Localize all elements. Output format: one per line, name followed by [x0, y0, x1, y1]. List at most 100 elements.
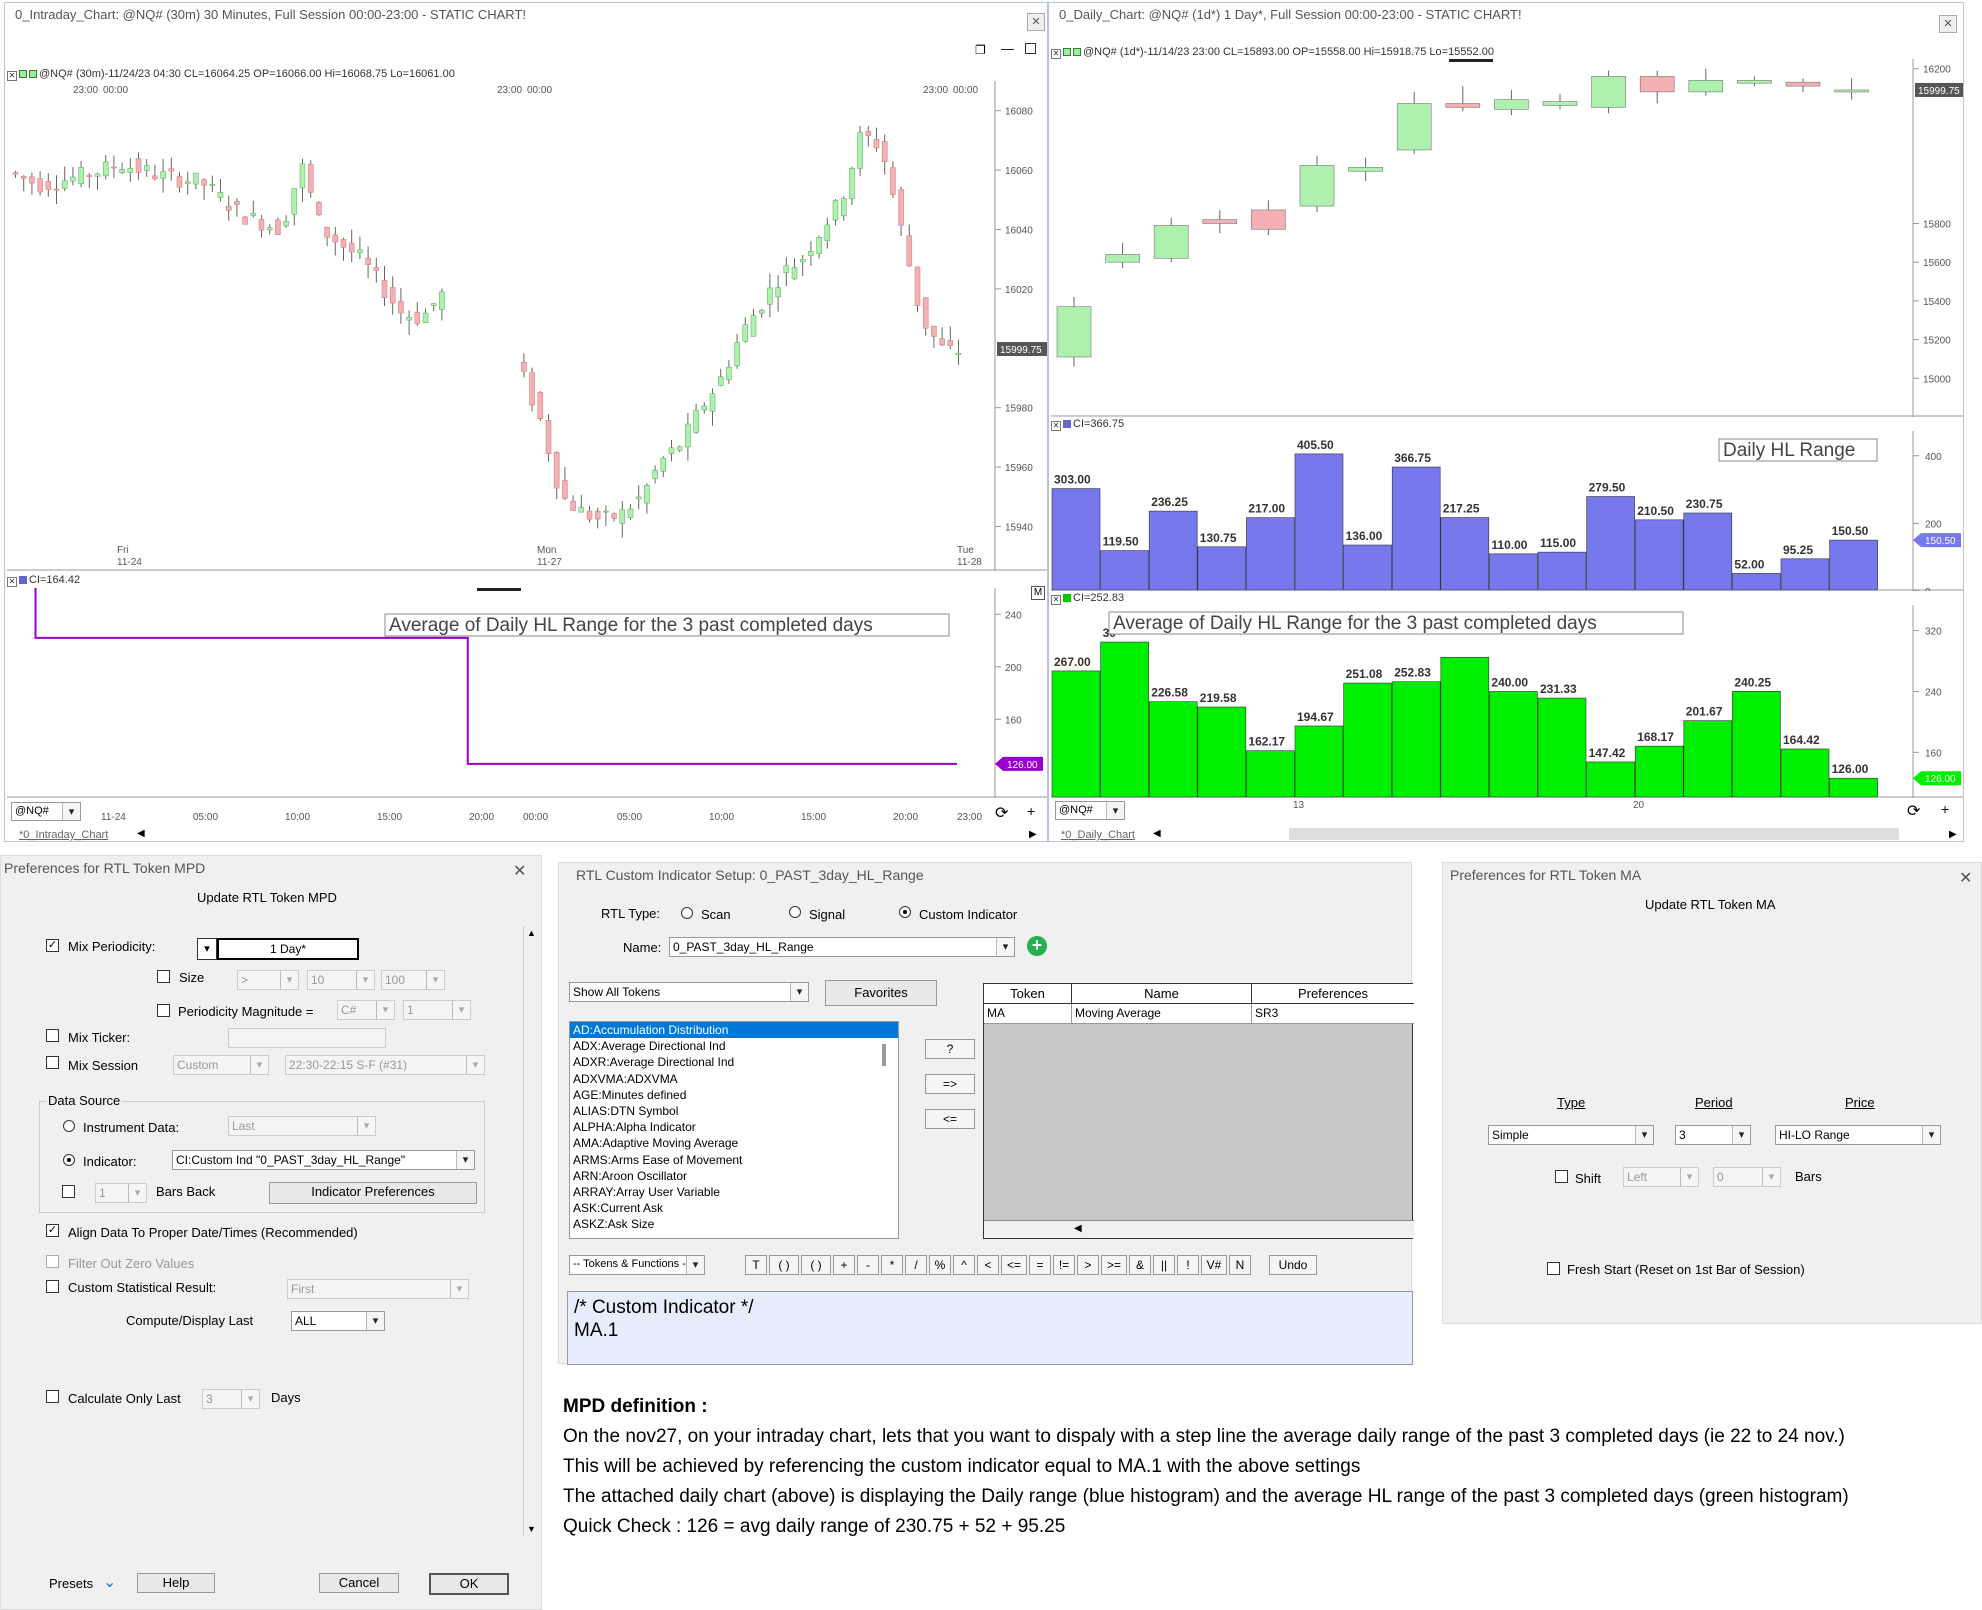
scroll-right-icon[interactable]: ▶ [1029, 829, 1037, 840]
scan-radio[interactable] [681, 907, 693, 919]
scroll-left-icon[interactable]: ◀ [1153, 828, 1161, 839]
mix-session-checkbox[interactable] [46, 1056, 59, 1069]
list-item[interactable]: ARRAY:Array User Variable [570, 1184, 898, 1200]
operator-button[interactable]: & [1129, 1255, 1151, 1275]
custom-stat-select[interactable]: First [287, 1279, 469, 1299]
custom-indicator-radio[interactable] [899, 906, 911, 918]
operator-button[interactable]: || [1153, 1255, 1175, 1275]
operator-button[interactable]: / [905, 1255, 927, 1275]
operator-button[interactable]: <= [1001, 1255, 1027, 1275]
fresh-start-checkbox[interactable] [1547, 1262, 1560, 1275]
list-item[interactable]: ADX:Average Directional Ind [570, 1038, 898, 1054]
vertical-scrollbar[interactable]: ▲ ▼ [523, 926, 539, 1536]
close-panel-icon[interactable]: ✕ [7, 577, 17, 587]
cancel-button[interactable]: Cancel [319, 1573, 399, 1593]
list-item[interactable]: ADXR:Average Directional Ind [570, 1054, 898, 1070]
code-editor[interactable]: /* Custom Indicator */ MA.1 [567, 1291, 1413, 1365]
list-scrollbar[interactable] [882, 1044, 886, 1066]
operator-button[interactable]: * [881, 1255, 903, 1275]
close-icon[interactable]: ✕ [1959, 868, 1972, 888]
scroll-right-icon[interactable]: ▶ [1949, 829, 1957, 840]
intraday-tab[interactable]: *0_Intraday_Chart [19, 829, 108, 841]
operator-button[interactable]: % [929, 1255, 951, 1275]
mix-ticker-checkbox[interactable] [46, 1029, 59, 1042]
bars-back-checkbox[interactable] [62, 1185, 75, 1198]
tokens-list[interactable]: AD:Accumulation Distribution ADX:Average … [569, 1021, 899, 1239]
indicator-radio[interactable] [63, 1154, 75, 1166]
per-mag-select2[interactable]: 1 [403, 1000, 471, 1020]
daily-close-button[interactable]: ✕ [1939, 15, 1957, 33]
operator-button[interactable]: >= [1101, 1255, 1127, 1275]
calc-only-checkbox[interactable] [46, 1390, 59, 1403]
calc-only-select[interactable]: 3 [202, 1389, 260, 1409]
shift-bars-select[interactable]: 0 [1713, 1167, 1781, 1187]
show-tokens-select[interactable]: Show All Tokens [569, 982, 809, 1002]
operator-button[interactable]: ( ) [801, 1255, 831, 1275]
bars-back-select[interactable]: 1 [95, 1183, 147, 1203]
intraday-close-button[interactable]: ✕ [1027, 13, 1045, 31]
instrument-data-radio[interactable] [63, 1120, 75, 1132]
list-item[interactable]: ASK:Current Ask [570, 1200, 898, 1216]
intraday-ci-pane[interactable]: 240 200 160 126.00 Average of Daily HL Range… [7, 588, 1047, 798]
chevron-down-icon[interactable]: ⌄ [103, 1572, 116, 1592]
add-circle-icon[interactable]: + [1027, 936, 1047, 956]
operator-button[interactable]: ( ) [769, 1255, 799, 1275]
add-icon[interactable]: + [1941, 801, 1949, 817]
indicator-select[interactable]: CI:Custom Ind "0_PAST_3day_HL_Range" [172, 1150, 475, 1170]
type-select[interactable]: Simple [1488, 1125, 1654, 1145]
shift-direction-select[interactable]: Left [1623, 1167, 1699, 1187]
list-item[interactable]: AMA:Adaptive Moving Average [570, 1135, 898, 1151]
custom-stat-checkbox[interactable] [46, 1280, 59, 1293]
scroll-left-icon[interactable]: ◀ [137, 828, 145, 839]
col-preferences[interactable]: Preferences [1252, 984, 1414, 1003]
mix-periodicity-checkbox[interactable]: ✓ [46, 939, 59, 952]
periodicity-magnitude-checkbox[interactable] [157, 1004, 170, 1017]
table-hscroll[interactable]: ◀ [984, 1220, 1414, 1238]
size-operator-select[interactable]: > [237, 970, 299, 990]
daily-hl-pane[interactable]: 400 200 0 303.00 119.50 236.25 130.75 217.00 405… [1051, 431, 1963, 591]
remove-token-button[interactable]: <= [925, 1109, 975, 1129]
indicator-preferences-button[interactable]: Indicator Preferences [269, 1182, 477, 1204]
size-value1-select[interactable]: 10 [307, 970, 375, 990]
shift-checkbox[interactable] [1555, 1170, 1568, 1183]
list-item[interactable]: ASKZ:Ask Size [570, 1216, 898, 1232]
periodicity-dropdown[interactable]: ▾ [197, 938, 217, 960]
horizontal-scrollbar[interactable] [1289, 828, 1899, 840]
align-checkbox[interactable]: ✓ [46, 1224, 59, 1237]
operator-button[interactable]: ! [1177, 1255, 1199, 1275]
operator-button[interactable]: V# [1201, 1255, 1227, 1275]
close-panel-icon[interactable]: ✕ [1051, 49, 1061, 59]
daily-avg-pane[interactable]: 320240160267.0030226.58219.58162.17194.6… [1051, 605, 1963, 798]
periodicity-field[interactable]: 1 Day* [217, 938, 359, 960]
help-token-button[interactable]: ? [925, 1039, 975, 1059]
price-select[interactable]: HI-LO Range [1775, 1125, 1941, 1145]
daily-symbol-select[interactable]: @NQ# [1055, 801, 1125, 820]
ok-button[interactable]: OK [429, 1573, 509, 1595]
session-value-select[interactable]: 22:30-22:15 S-F (#31) [285, 1055, 485, 1075]
minimize-icon[interactable]: — [1001, 41, 1014, 56]
session-type-select[interactable]: Custom [173, 1055, 269, 1075]
operator-button[interactable]: T [745, 1255, 767, 1275]
per-mag-select1[interactable]: C# [337, 1000, 395, 1020]
operator-button[interactable]: = [1029, 1255, 1051, 1275]
operator-button[interactable]: - [857, 1255, 879, 1275]
daily-price-pane[interactable]: 16200 15800 15600 15400 15200 15000 15999.75 [1051, 59, 1963, 417]
list-item[interactable]: AGE:Minutes defined [570, 1087, 898, 1103]
list-item[interactable]: ALPHA:Alpha Indicator [570, 1119, 898, 1135]
close-panel-icon[interactable]: ✕ [7, 71, 17, 81]
size-value2-select[interactable]: 100 [381, 970, 445, 990]
scroll-left-icon[interactable]: ◀ [1074, 1223, 1082, 1234]
mix-ticker-field[interactable] [228, 1028, 386, 1048]
operator-button[interactable]: N [1229, 1255, 1251, 1275]
scroll-down-icon[interactable]: ▼ [527, 1524, 536, 1534]
tokens-functions-select[interactable]: -- Tokens & Functions -- [569, 1255, 705, 1275]
list-item[interactable]: ARMS:Arms Ease of Movement [570, 1152, 898, 1168]
close-panel-icon[interactable]: ✕ [1051, 421, 1061, 431]
restore-icon[interactable]: ❐ [975, 43, 986, 57]
col-name[interactable]: Name [1072, 984, 1252, 1003]
operator-button[interactable]: + [833, 1255, 855, 1275]
scroll-up-icon[interactable]: ▲ [527, 928, 536, 938]
list-item[interactable]: ARN:Aroon Oscillator [570, 1168, 898, 1184]
presets-label[interactable]: Presets [49, 1576, 93, 1591]
operator-button[interactable]: < [977, 1255, 999, 1275]
